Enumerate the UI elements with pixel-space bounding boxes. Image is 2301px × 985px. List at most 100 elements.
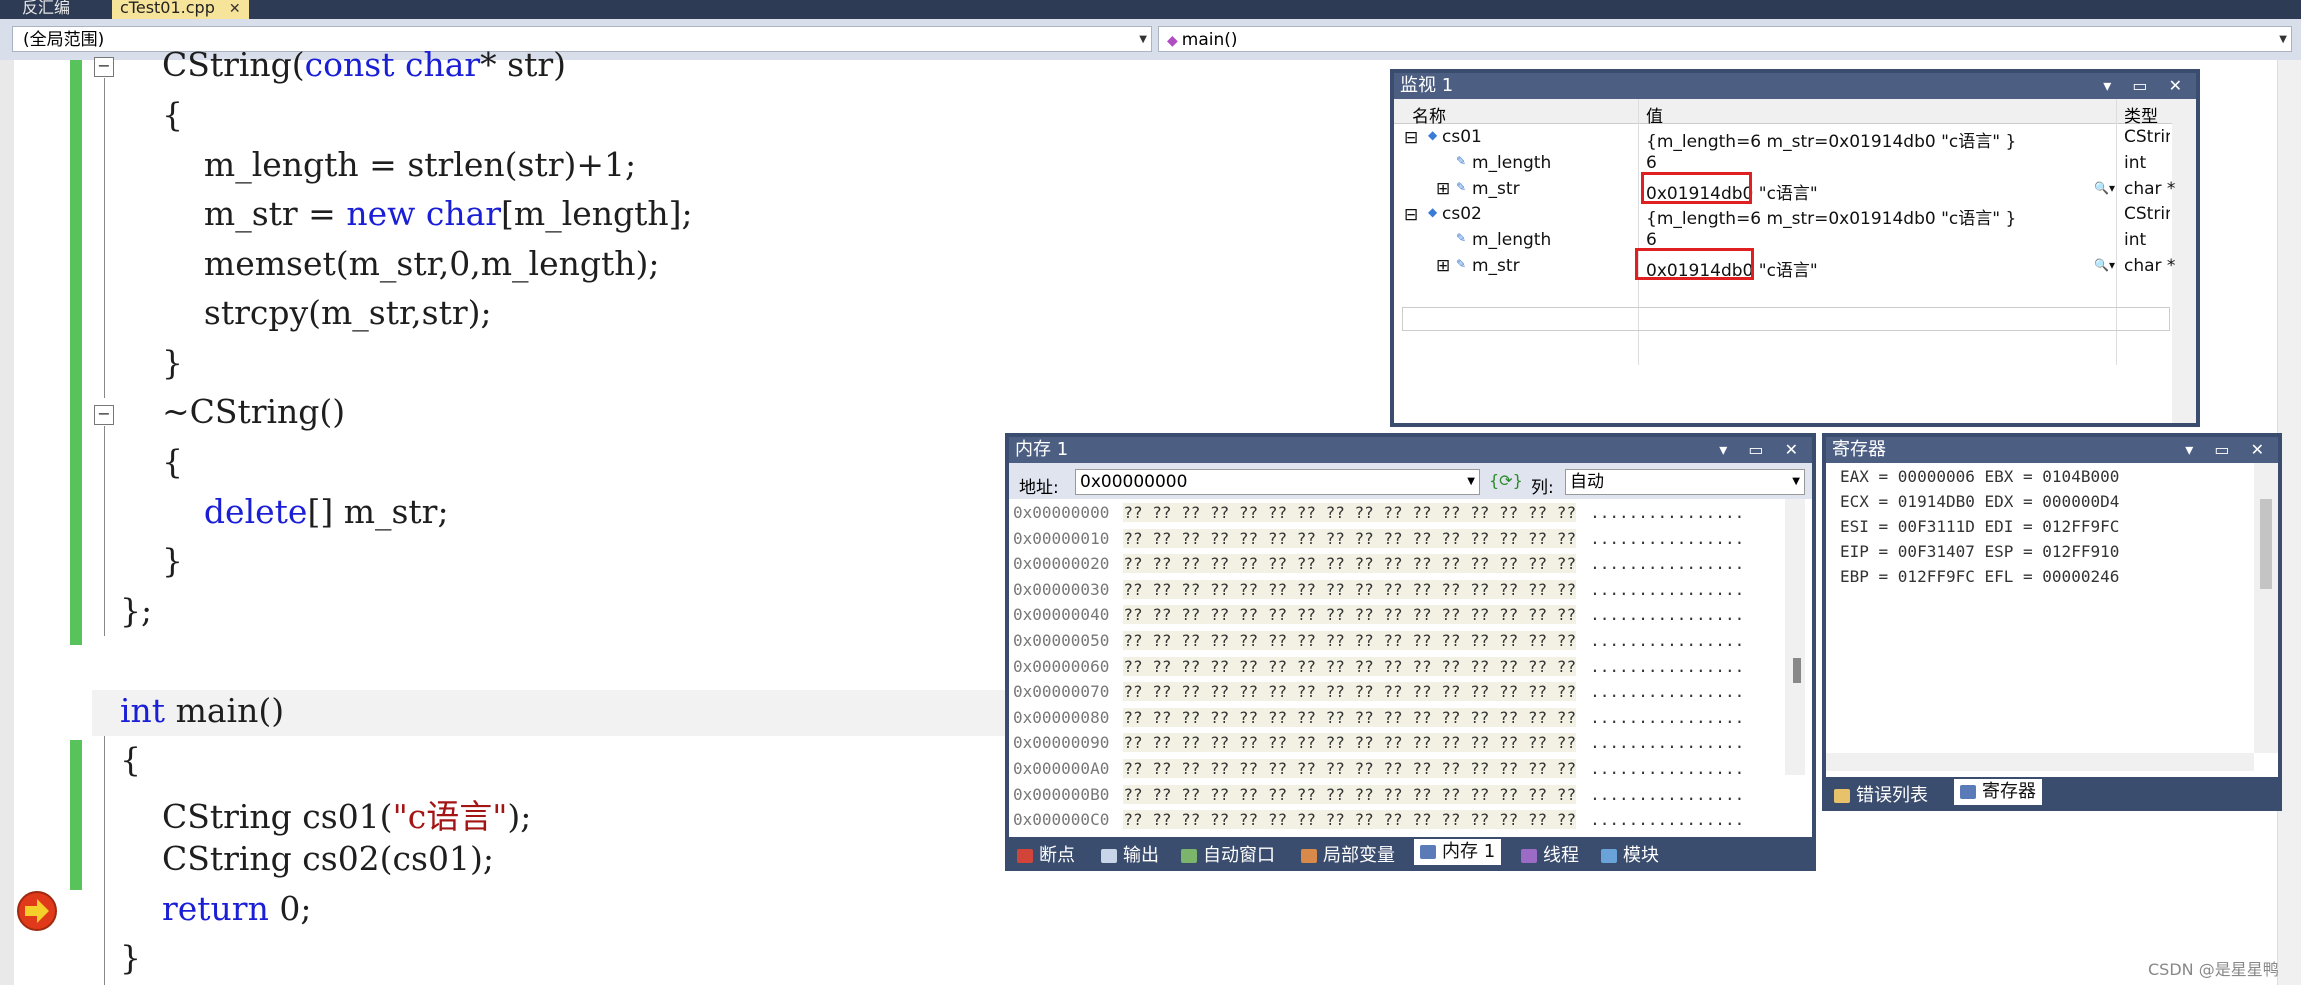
magnifier-icon[interactable]: 🔍▾ [2094,181,2115,195]
expand-icon[interactable]: ⊞ [1436,179,1450,199]
watch-name-m-str[interactable]: m_str [1472,256,1520,276]
watch-value-cs01[interactable]: {m_length=6 m_str=0x01914db0 "c语言" } [1646,127,2111,152]
memory-row: 0x000000A0 ?? ?? ?? ?? ?? ?? ?? ?? ?? ?? … [1013,759,1744,778]
watch-title-bar: 监视 1 ▾ ▭ ✕ [1394,73,2196,99]
tab-label: 反汇编 [22,0,71,17]
watch-name-m-length[interactable]: m_length [1472,153,1551,173]
memory-address: 0x00000050 [1013,631,1110,650]
code-line: int main() [120,691,285,730]
tab-locals[interactable]: 局部变量 [1301,841,1395,867]
memory-scrollbar-thumb[interactable] [1793,658,1801,683]
memory-ascii: ................ [1590,503,1745,522]
memory-row: 0x00000060 ?? ?? ?? ?? ?? ?? ?? ?? ?? ?? … [1013,656,1744,676]
registers-title-bar: 寄存器 ▾ ▭ ✕ [1826,437,2278,463]
tab-ctest01-cpp[interactable]: cTest01.cpp ✕ [112,0,249,19]
memory-scrollbar[interactable] [1785,499,1805,775]
register-line: EBP = 012FF9FC EFL = 00000246 [1840,567,2120,586]
address-input[interactable]: 0x00000000 ▼ [1075,469,1480,495]
member-dropdown[interactable]: ◆ main() ▼ [1158,26,2292,52]
memory-bytes: ?? ?? ?? ?? ?? ?? ?? ?? ?? ?? ?? ?? ?? ?… [1123,656,1577,676]
collapse-icon[interactable]: ⊟ [1404,205,1418,225]
panel-title: 内存 1 [1015,439,1069,460]
tab-threads[interactable]: 线程 [1521,841,1579,867]
fold-toggle[interactable]: − [94,405,114,425]
panel-title: 监视 1 [1400,75,1454,96]
memory-ascii: ................ [1590,579,1745,599]
tab-modules[interactable]: 模块 [1601,841,1659,867]
chevron-down-icon: ▼ [2279,34,2287,45]
registers-bottom-tabs: 错误列表 寄存器 [1826,777,2278,807]
tab-memory-1[interactable]: 内存 1 [1414,839,1502,865]
tab-error-list[interactable]: 错误列表 [1834,781,1928,807]
tab-disassembly[interactable]: 反汇编 [14,0,78,17]
registers-icon [1960,785,1976,799]
memory-address: 0x00000070 [1013,682,1110,702]
collapse-icon[interactable]: ⊟ [1404,128,1418,148]
memory-address: 0x00000060 [1013,656,1110,676]
watch-scrollbar[interactable] [2172,99,2196,423]
memory-ascii: ................ [1590,759,1745,778]
memory-row: 0x00000000 ?? ?? ?? ?? ?? ?? ?? ?? ?? ?? … [1013,503,1744,522]
watch-name-cs02[interactable]: cs02 [1442,204,1482,224]
tab-label: cTest01.cpp [120,0,215,17]
memory-address: 0x00000090 [1013,733,1110,753]
watch-type-cs01: CStrin [2124,127,2170,147]
code-line: strcpy(m_str,str); [120,293,492,332]
code-line: { [120,95,183,134]
registers-scrollbar-thumb[interactable] [2260,499,2272,589]
register-line: ESI = 00F3111D EDI = 012FF9FC [1840,517,2120,536]
memory-icon [1420,845,1436,859]
field-icon: ✎ [1456,180,1467,194]
watch-value-m-length[interactable]: 6 [1646,153,1657,173]
memory-address: 0x000000A0 [1013,759,1110,778]
indicator-margin [0,60,14,985]
expand-icon[interactable]: ⊞ [1436,256,1450,276]
watch-name-cs01[interactable]: cs01 [1442,127,1482,147]
tab-breakpoints[interactable]: 断点 [1017,841,1075,867]
watch-value-m-length[interactable]: 6 [1646,230,1657,250]
code-line: CString cs01("c语言"); [120,797,532,836]
code-line: }; [120,591,153,630]
column-header-value[interactable]: 值 [1646,102,1663,127]
memory-bytes: ?? ?? ?? ?? ?? ?? ?? ?? ?? ?? ?? ?? ?? ?… [1123,810,1577,830]
memory-title-bar: 内存 1 ▾ ▭ ✕ [1009,437,1812,463]
watch-new-entry-row[interactable] [1402,307,2170,331]
window-buttons[interactable]: ▾ ▭ ✕ [1719,437,1806,463]
fold-line [104,725,105,985]
memory-bytes: ?? ?? ?? ?? ?? ?? ?? ?? ?? ?? ?? ?? ?? ?… [1123,784,1577,804]
watch-name-m-length[interactable]: m_length [1472,230,1551,250]
registers-hscrollbar[interactable] [1826,753,2254,771]
column-header-type[interactable]: 类型 [2124,102,2158,127]
window-buttons[interactable]: ▾ ▭ ✕ [2103,73,2190,99]
code-line: CString(const char* str) [120,45,567,84]
memory-row: 0x00000050 ?? ?? ?? ?? ?? ?? ?? ?? ?? ?? … [1013,631,1744,650]
memory-bottom-tabs: 断点 输出 自动窗口 局部变量 内存 1 线程 模块 [1009,837,1812,867]
columns-select[interactable]: 自动 ▼ [1565,469,1805,495]
code-line: } [120,938,141,977]
register-line: ECX = 01914DB0 EDX = 000000D4 [1840,492,2120,511]
fold-line [104,78,105,398]
autos-icon [1181,849,1197,863]
code-line: ~CString() [120,392,346,431]
window-buttons[interactable]: ▾ ▭ ✕ [2185,437,2272,463]
close-icon[interactable]: ✕ [229,1,241,17]
member-value: main() [1181,30,1238,50]
watch-value-cs02[interactable]: {m_length=6 m_str=0x01914db0 "c语言" } [1646,204,2111,229]
watch-type-cs02: CStrin [2124,204,2170,224]
field-icon: ✎ [1456,257,1467,271]
memory-ascii: ................ [1590,554,1745,574]
memory-ascii: ................ [1590,682,1745,702]
fold-toggle[interactable]: − [94,57,114,77]
reevaluate-icon[interactable]: {⟳} [1489,471,1523,490]
tab-output[interactable]: 输出 [1101,841,1159,867]
tab-autos[interactable]: 自动窗口 [1181,841,1275,867]
tab-registers[interactable]: 寄存器 [1954,779,2042,805]
magnifier-icon[interactable]: 🔍▾ [2094,258,2115,272]
document-tab-bar: 反汇编 cTest01.cpp ✕ [0,0,2301,19]
column-header-name[interactable]: 名称 [1412,102,1446,127]
watch-type-m-str: char * [2124,179,2176,199]
code-line: m_str = new char[m_length]; [120,194,693,233]
code-line: delete[] m_str; [203,492,449,531]
watch-name-m-str[interactable]: m_str [1472,179,1520,199]
threads-icon [1521,849,1537,863]
